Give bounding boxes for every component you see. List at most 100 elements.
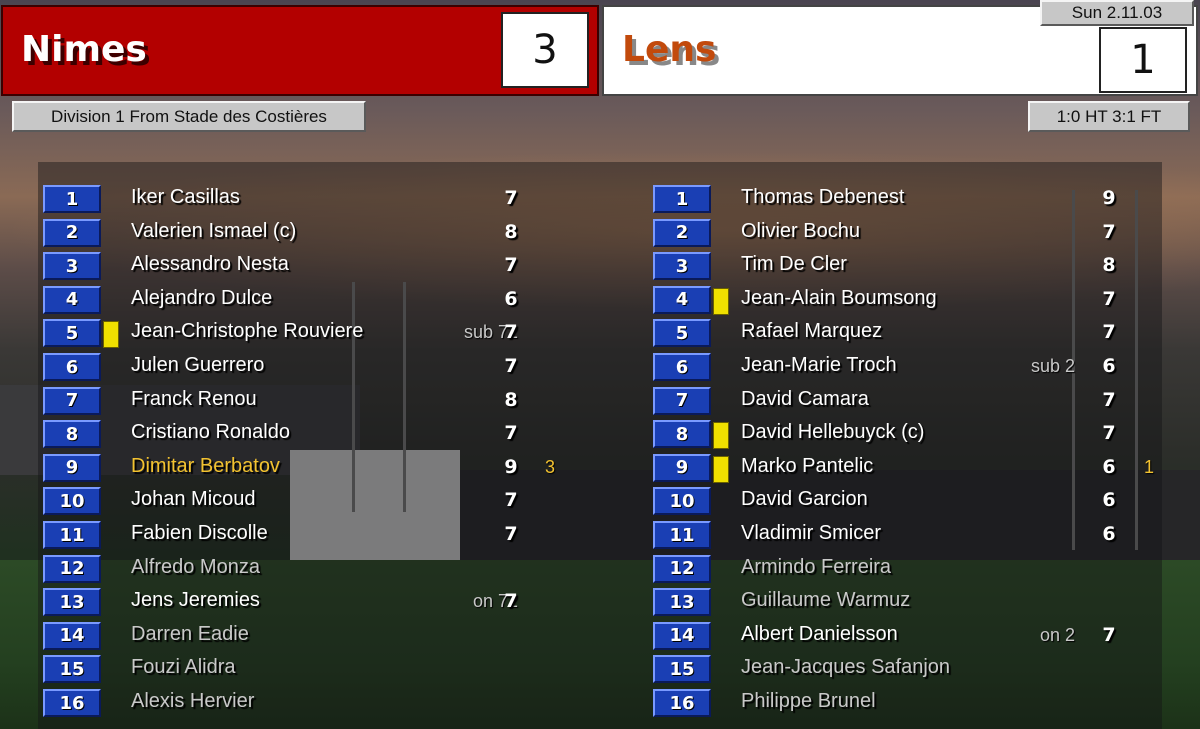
- player-rating: 7: [504, 355, 518, 377]
- squad-number: 11: [43, 521, 101, 549]
- player-name[interactable]: Cristiano Ronaldo: [131, 421, 290, 444]
- away-player-row[interactable]: 9 Marko Pantelic 6 1: [653, 452, 1200, 486]
- squad-number: 4: [653, 285, 711, 314]
- squad-number: 12: [653, 554, 711, 583]
- home-player-row[interactable]: 10 Johan Micoud 7: [43, 485, 603, 519]
- home-player-row[interactable]: 4 Alejandro Dulce 6: [43, 284, 603, 318]
- squad-number: 9: [43, 453, 101, 482]
- squad-number: 4: [43, 285, 101, 314]
- home-player-row[interactable]: 7 Franck Renou 8: [43, 385, 603, 419]
- home-player-row[interactable]: 13 Jens Jeremies on 72 7: [43, 586, 603, 620]
- player-name[interactable]: Franck Renou: [131, 388, 257, 411]
- home-team-banner: Nimes 3: [1, 5, 599, 96]
- player-name[interactable]: Olivier Bochu: [741, 220, 860, 243]
- player-rating: 7: [1102, 220, 1116, 243]
- home-player-row[interactable]: 5 Jean-Christophe Rouviere sub 72 7: [43, 317, 603, 351]
- player-name[interactable]: Jean-Alain Boumsong: [741, 287, 937, 310]
- player-name[interactable]: Julen Guerrero: [131, 354, 264, 377]
- player-rating: 7: [1102, 623, 1116, 646]
- home-player-row[interactable]: 3 Alessandro Nesta 7: [43, 250, 603, 284]
- home-player-row[interactable]: 14 Darren Eadie: [43, 620, 603, 654]
- home-team-name: Nimes: [21, 29, 147, 70]
- player-name[interactable]: Tim De Cler: [741, 253, 847, 276]
- player-rating: 6: [504, 287, 518, 310]
- away-player-row[interactable]: 3 Tim De Cler 8: [653, 250, 1200, 284]
- player-name[interactable]: Johan Micoud: [131, 488, 256, 511]
- player-name[interactable]: Rafael Marquez: [741, 320, 882, 343]
- player-name[interactable]: Armindo Ferreira: [741, 556, 891, 579]
- player-rating: 7: [504, 254, 518, 277]
- player-name[interactable]: David Camara: [741, 388, 869, 411]
- home-player-row[interactable]: 9 Dimitar Berbatov 9 3: [43, 452, 603, 486]
- away-player-row[interactable]: 6 Jean-Marie Troch sub 2 6: [653, 351, 1200, 385]
- home-player-row[interactable]: 1 Iker Casillas 7: [43, 183, 603, 217]
- squad-number: 16: [653, 689, 711, 717]
- player-rating: 7: [1102, 422, 1116, 445]
- away-player-row[interactable]: 12 Armindo Ferreira: [653, 553, 1200, 587]
- squad-number: 14: [43, 621, 101, 650]
- player-name[interactable]: Alessandro Nesta: [131, 253, 289, 276]
- squad-number: 7: [43, 386, 101, 415]
- goals-scored: 1: [1143, 456, 1154, 477]
- away-player-row[interactable]: 14 Albert Danielsson on 2 7: [653, 620, 1200, 654]
- away-player-row[interactable]: 2 Olivier Bochu 7: [653, 217, 1200, 251]
- player-name[interactable]: Alexis Hervier: [131, 690, 254, 713]
- player-name[interactable]: Iker Casillas: [131, 186, 240, 209]
- player-name[interactable]: Jean-Marie Troch: [741, 354, 897, 377]
- away-player-row[interactable]: 10 David Garcion 6: [653, 485, 1200, 519]
- player-name[interactable]: Guillaume Warmuz: [741, 589, 910, 612]
- home-player-row[interactable]: 11 Fabien Discolle 7: [43, 519, 603, 553]
- away-player-row[interactable]: 8 David Hellebuyck (c) 7: [653, 418, 1200, 452]
- home-player-row[interactable]: 6 Julen Guerrero 7: [43, 351, 603, 385]
- player-name[interactable]: Alfredo Monza: [131, 556, 260, 579]
- player-rating: 8: [504, 220, 518, 243]
- player-rating: 8: [504, 388, 518, 411]
- away-score: 1: [1099, 27, 1187, 93]
- squad-number: 11: [653, 521, 711, 549]
- player-name[interactable]: Jean-Jacques Safanjon: [741, 656, 950, 679]
- player-rating: 7: [504, 422, 518, 445]
- player-name[interactable]: Albert Danielsson: [741, 623, 898, 646]
- goals-scored: 3: [544, 456, 555, 477]
- player-name[interactable]: David Garcion: [741, 488, 868, 511]
- player-rating: 7: [504, 321, 518, 344]
- player-name[interactable]: Darren Eadie: [131, 623, 249, 646]
- squad-number: 2: [653, 218, 711, 247]
- player-name[interactable]: Jean-Christophe Rouviere: [131, 320, 363, 343]
- player-name[interactable]: Jens Jeremies: [131, 589, 260, 612]
- player-name[interactable]: Thomas Debenest: [741, 186, 904, 209]
- squad-number: 7: [653, 386, 711, 415]
- away-player-row[interactable]: 4 Jean-Alain Boumsong 7: [653, 284, 1200, 318]
- player-name[interactable]: Marko Pantelic: [741, 455, 873, 478]
- squad-number: 15: [43, 655, 101, 684]
- home-player-row[interactable]: 8 Cristiano Ronaldo 7: [43, 418, 603, 452]
- away-player-row[interactable]: 7 David Camara 7: [653, 385, 1200, 419]
- player-name[interactable]: Alejandro Dulce: [131, 287, 272, 310]
- player-name[interactable]: Fouzi Alidra: [131, 656, 236, 679]
- player-name[interactable]: Fabien Discolle: [131, 522, 268, 545]
- home-player-row[interactable]: 12 Alfredo Monza: [43, 553, 603, 587]
- squad-number: 6: [653, 353, 711, 381]
- away-player-row[interactable]: 11 Vladimir Smicer 6: [653, 519, 1200, 553]
- player-name[interactable]: Philippe Brunel: [741, 690, 876, 713]
- player-name[interactable]: Dimitar Berbatov: [131, 455, 280, 478]
- away-player-row[interactable]: 1 Thomas Debenest 9: [653, 183, 1200, 217]
- player-name[interactable]: Vladimir Smicer: [741, 522, 881, 545]
- squad-number: 6: [43, 353, 101, 381]
- player-name[interactable]: David Hellebuyck (c): [741, 421, 924, 444]
- away-player-row[interactable]: 16 Philippe Brunel: [653, 687, 1200, 721]
- yellow-card-icon: [713, 455, 729, 483]
- away-player-row[interactable]: 15 Jean-Jacques Safanjon: [653, 653, 1200, 687]
- away-player-row[interactable]: 13 Guillaume Warmuz: [653, 586, 1200, 620]
- substitution-note: on 2: [1039, 624, 1075, 645]
- home-player-row[interactable]: 15 Fouzi Alidra: [43, 653, 603, 687]
- score-summary: 1:0 HT 3:1 FT: [1028, 101, 1190, 132]
- away-player-row[interactable]: 5 Rafael Marquez 7: [653, 317, 1200, 351]
- home-player-row[interactable]: 16 Alexis Hervier: [43, 687, 603, 721]
- home-player-row[interactable]: 2 Valerien Ismael (c) 8: [43, 217, 603, 251]
- home-score: 3: [501, 12, 589, 88]
- squad-number: 14: [653, 621, 711, 650]
- squad-number: 10: [43, 487, 101, 516]
- squad-number: 3: [653, 252, 711, 281]
- player-name[interactable]: Valerien Ismael (c): [131, 220, 296, 243]
